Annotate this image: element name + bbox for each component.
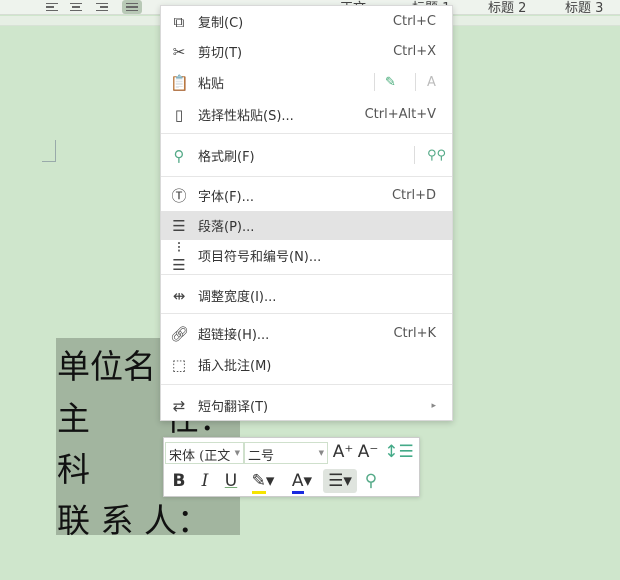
align-button[interactable]: ☰▾ (323, 469, 357, 493)
bullets-icon: ⁝☰ (172, 237, 186, 274)
paste-keep-format-icon[interactable]: ✎ (385, 75, 396, 90)
separator (161, 274, 452, 275)
paste-special-icon: ▯ (174, 105, 184, 124)
menu-label: 段落(P)... (198, 220, 255, 235)
shortcut: Ctrl+K (393, 326, 436, 341)
paragraph-icon: ☰ (172, 216, 186, 235)
submenu-arrow-icon: ▸ (431, 400, 436, 411)
chevron-down-icon: ▼ (318, 449, 324, 457)
link-icon: 🔗︎ (170, 324, 190, 343)
font-family-value: 宋体 (正文 (169, 449, 231, 464)
doc-line-dept[interactable]: 科 (57, 443, 90, 491)
mini-toolbar: 宋体 (正文 ▼ 二号 ▼ A⁺ A⁻ ↕☰ B I U ✎▾ A▾ ☰▾ ⚲ (163, 437, 420, 497)
menu-label: 超链接(H)... (198, 328, 270, 343)
scissors-icon: ✂ (172, 42, 186, 61)
menu-item-font[interactable]: Ⓣ 字体(F)... Ctrl+D (161, 181, 452, 210)
copy-icon: ⧉ (173, 12, 185, 31)
comment-icon: ⬚ (171, 355, 187, 374)
font-family-select[interactable]: 宋体 (正文 ▼ (165, 442, 244, 464)
doc-line-director[interactable]: 主 (57, 392, 90, 440)
doc-line-unit[interactable]: 单位名 (57, 340, 156, 388)
shortcut: Ctrl+X (393, 44, 436, 59)
menu-item-paste[interactable]: 📋 粘贴 ✎ A (161, 68, 452, 97)
shrink-font-button[interactable]: A⁻ (357, 440, 379, 464)
menu-item-paragraph[interactable]: ☰ 段落(P)... (161, 211, 452, 240)
style-heading-2[interactable]: 标题 2 (488, 0, 526, 14)
shortcut: Ctrl+C (392, 14, 436, 29)
chevron-down-icon: ▼ (234, 449, 240, 457)
highlight-button[interactable]: ✎▾ (248, 469, 278, 494)
style-heading-3[interactable]: 标题 3 (565, 0, 603, 14)
font-size-value: 二号 (248, 449, 275, 464)
menu-item-adjust-width[interactable]: ⇹ 调整宽度(I)... (161, 281, 452, 310)
align-right-button[interactable] (92, 0, 112, 14)
format-brush-icon: ⚲ (173, 146, 185, 165)
menu-item-copy[interactable]: ⧉ 复制(C) Ctrl+C (161, 7, 452, 36)
bold-button[interactable]: B (168, 469, 190, 493)
shortcut: Ctrl+D (391, 188, 436, 203)
separator (161, 133, 452, 134)
font-color-button[interactable]: A▾ (286, 469, 318, 494)
align-center-button[interactable] (66, 0, 86, 14)
page-margin-mark (42, 140, 56, 162)
paste-icon: 📋 (170, 73, 189, 92)
translate-icon: ⇄ (172, 396, 186, 415)
menu-label: 剪切(T) (198, 46, 243, 61)
context-menu: ⧉ 复制(C) Ctrl+C ✂ 剪切(T) Ctrl+X 📋 粘贴 ✎ A ▯ 选择性粘贴… (160, 5, 453, 421)
menu-label: 调整宽度(I)... (198, 290, 277, 305)
font-icon: Ⓣ (171, 187, 187, 205)
grow-font-button[interactable]: A⁺ (332, 440, 354, 464)
doc-line-contact[interactable]: 联 系 人： (57, 494, 210, 542)
menu-item-translate[interactable]: ⇄ 短句翻译(T) ▸ (161, 391, 452, 420)
align-left-button[interactable] (42, 0, 62, 14)
menu-label: 选择性粘贴(S)... (198, 109, 294, 124)
divider (374, 73, 375, 91)
menu-label: 复制(C) (198, 16, 244, 31)
font-color-icon: A (291, 471, 304, 494)
menu-label: 字体(F)... (198, 190, 255, 205)
menu-item-bullets[interactable]: ⁝☰ 项目符号和编号(N)... (161, 238, 452, 274)
adjust-width-icon: ⇹ (172, 286, 186, 305)
format-brush-multi-icon[interactable]: ⚲⚲ (427, 148, 446, 163)
highlighter-icon: ✎ (251, 471, 266, 494)
separator (161, 313, 452, 314)
menu-label: 格式刷(F) (198, 150, 255, 165)
menu-item-hyperlink[interactable]: 🔗︎ 超链接(H)... Ctrl+K (161, 319, 452, 348)
justify-button[interactable] (122, 0, 142, 14)
menu-item-insert-comment[interactable]: ⬚ 插入批注(M) (161, 350, 452, 379)
format-painter-button[interactable]: ⚲ (360, 469, 382, 493)
line-spacing-button[interactable]: ↕☰ (384, 440, 414, 464)
menu-label: 短句翻译(T) (198, 400, 269, 415)
menu-item-cut[interactable]: ✂ 剪切(T) Ctrl+X (161, 37, 452, 66)
separator (161, 384, 452, 385)
shortcut: Ctrl+Alt+V (364, 107, 436, 122)
italic-button[interactable]: I (194, 469, 216, 493)
menu-item-paste-special[interactable]: ▯ 选择性粘贴(S)... Ctrl+Alt+V (161, 100, 452, 129)
underline-button[interactable]: U (220, 469, 242, 493)
divider (414, 146, 415, 164)
font-size-select[interactable]: 二号 ▼ (244, 442, 328, 464)
menu-label: 项目符号和编号(N)... (198, 250, 322, 265)
menu-label: 粘贴 (198, 77, 225, 92)
separator (161, 176, 452, 177)
divider (415, 73, 416, 91)
menu-item-format-painter[interactable]: ⚲ 格式刷(F) ⚲⚲ (161, 141, 452, 170)
paste-text-only-icon[interactable]: A (427, 75, 436, 90)
menu-label: 插入批注(M) (198, 359, 272, 374)
